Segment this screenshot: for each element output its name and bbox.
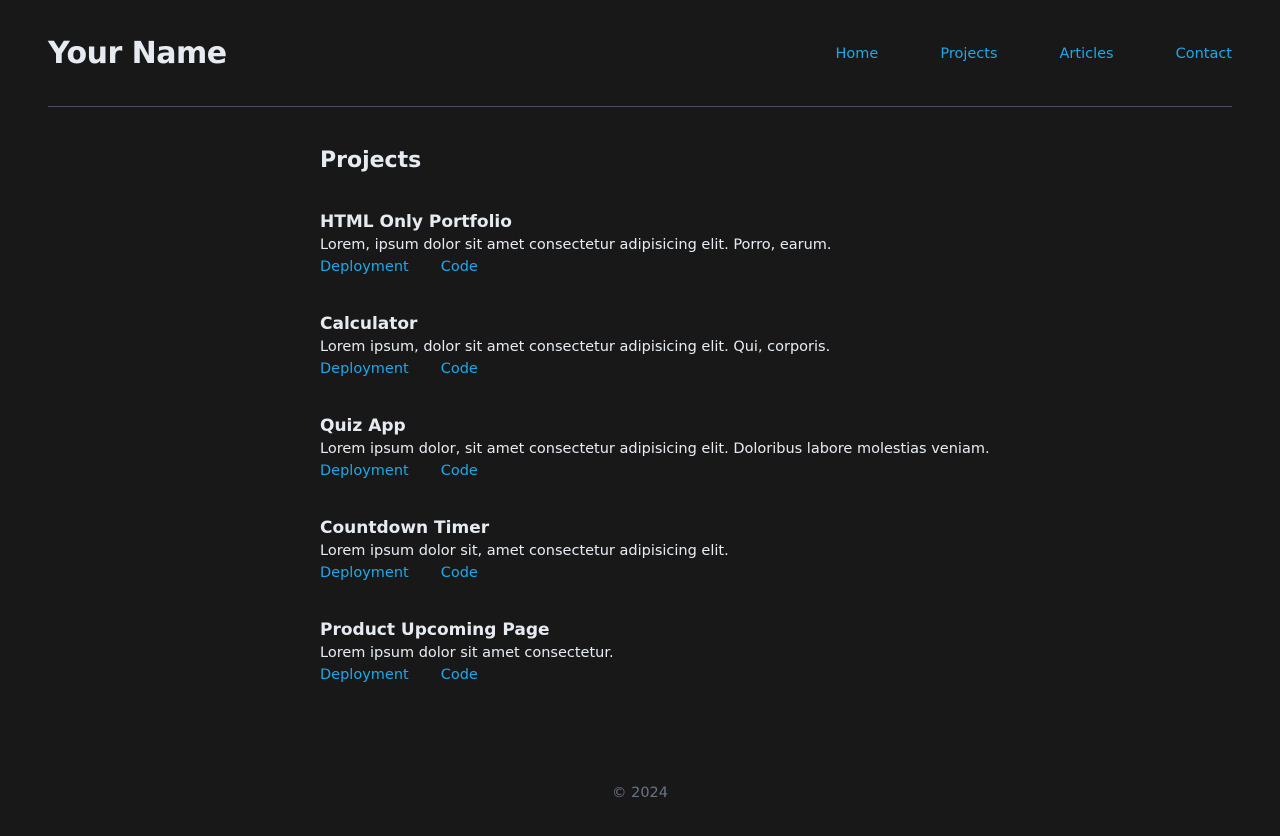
nav-link-contact[interactable]: Contact xyxy=(1176,44,1232,64)
project-item: Quiz App Lorem ipsum dolor, sit amet con… xyxy=(320,414,990,516)
project-name: HTML Only Portfolio xyxy=(320,212,512,232)
copyright-text: © 2024 xyxy=(611,785,668,801)
project-links: Deployment Code xyxy=(320,460,990,482)
site-footer: © 2024 xyxy=(0,783,1280,803)
project-description: Lorem, ipsum dolor sit amet consectetur … xyxy=(320,237,832,253)
project-item: Product Upcoming Page Lorem ipsum dolor … xyxy=(320,618,990,720)
site-title: Your Name xyxy=(48,36,227,71)
main-nav: Home Projects Articles Contact xyxy=(774,44,1233,64)
project-name: Countdown Timer xyxy=(320,518,490,538)
deployment-link[interactable]: Deployment xyxy=(320,460,409,482)
main-content: Projects HTML Only Portfolio Lorem, ipsu… xyxy=(320,146,1020,683)
project-links: Deployment Code xyxy=(320,256,990,278)
deployment-link[interactable]: Deployment xyxy=(320,664,409,686)
code-link[interactable]: Code xyxy=(441,256,478,278)
project-name: Calculator xyxy=(320,314,418,334)
project-links: Deployment Code xyxy=(320,562,990,584)
nav-link-projects[interactable]: Projects xyxy=(940,44,997,64)
section-title: Projects xyxy=(320,148,422,173)
deployment-link[interactable]: Deployment xyxy=(320,562,409,584)
code-link[interactable]: Code xyxy=(441,664,478,686)
project-links: Deployment Code xyxy=(320,358,990,380)
project-description: Lorem ipsum dolor sit amet consectetur. xyxy=(320,645,614,661)
project-name: Quiz App xyxy=(320,416,406,436)
project-name: Product Upcoming Page xyxy=(320,620,550,640)
code-link[interactable]: Code xyxy=(441,562,478,584)
deployment-link[interactable]: Deployment xyxy=(320,358,409,380)
project-description: Lorem ipsum dolor, sit amet consectetur … xyxy=(320,441,990,457)
project-description: Lorem ipsum, dolor sit amet consectetur … xyxy=(320,339,831,355)
project-item: Countdown Timer Lorem ipsum dolor sit, a… xyxy=(320,516,990,618)
nav-link-home[interactable]: Home xyxy=(836,44,879,64)
project-item: HTML Only Portfolio Lorem, ipsum dolor s… xyxy=(320,210,990,312)
project-links: Deployment Code xyxy=(320,664,990,686)
deployment-link[interactable]: Deployment xyxy=(320,256,409,278)
project-item: Calculator Lorem ipsum, dolor sit amet c… xyxy=(320,312,990,414)
project-list: HTML Only Portfolio Lorem, ipsum dolor s… xyxy=(320,210,990,720)
code-link[interactable]: Code xyxy=(441,460,478,482)
nav-link-articles[interactable]: Articles xyxy=(1060,44,1114,64)
site-header: Your Name Home Projects Articles Contact xyxy=(48,0,1232,107)
project-description: Lorem ipsum dolor sit, amet consectetur … xyxy=(320,543,729,559)
code-link[interactable]: Code xyxy=(441,358,478,380)
